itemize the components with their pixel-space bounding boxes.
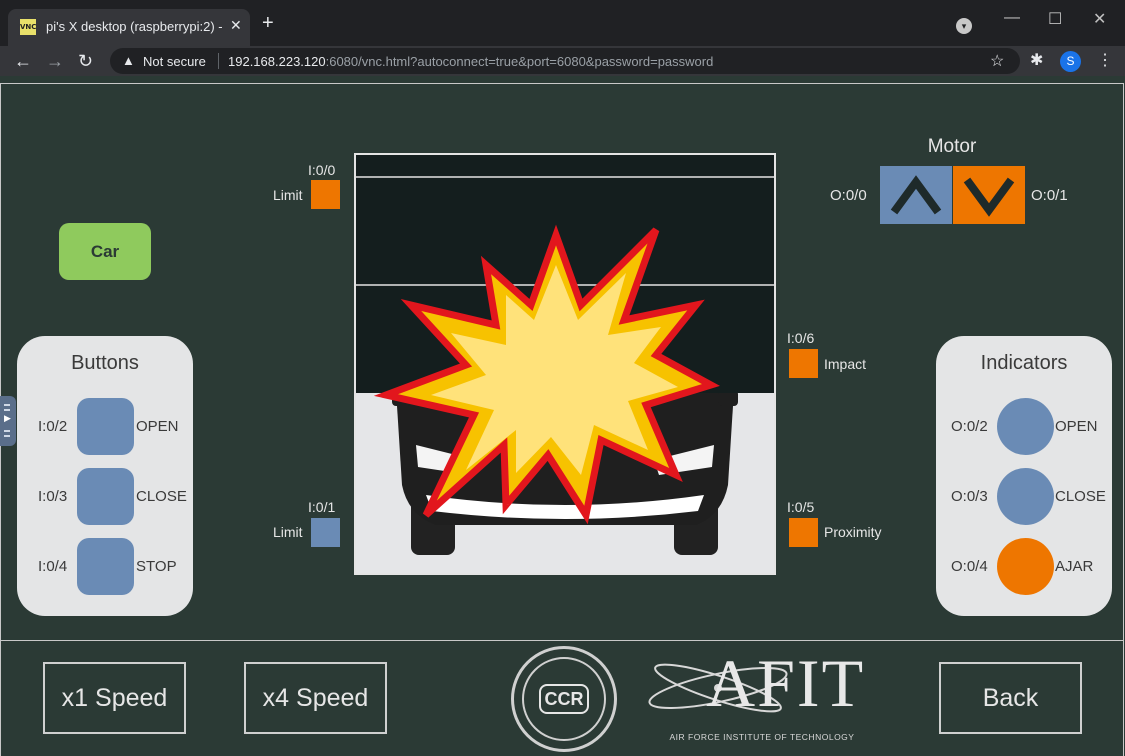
new-tab-icon[interactable]: + [262, 13, 274, 33]
proximity-address: I:0/5 [787, 499, 815, 515]
close-button[interactable] [77, 468, 134, 525]
extensions-puzzle-icon[interactable]: ✱ [1030, 50, 1043, 70]
motor-down-button[interactable] [953, 166, 1025, 224]
impact-sensor-lamp [789, 349, 818, 378]
url-host: 192.168.223.120 [228, 54, 326, 69]
browser-tab[interactable]: VNC pi's X desktop (raspberrypi:2) - n ✕ [8, 9, 250, 46]
indicator-close-lamp [997, 468, 1054, 525]
warning-icon[interactable]: ▲ [122, 53, 135, 68]
garage-scene-graphic [356, 155, 774, 555]
tab-search-icon[interactable]: ▾ [956, 18, 972, 34]
limit-bottom-label: Limit [273, 524, 303, 540]
afit-wordmark: AFIT [706, 645, 866, 721]
motor-down-address: O:0/1 [1031, 187, 1068, 204]
ccr-seal-logo: CCR [511, 646, 617, 752]
close-window-icon[interactable]: ✕ [1093, 9, 1106, 29]
indicator-open-address: O:0/2 [951, 418, 988, 435]
browser-menu-icon[interactable]: ⋮ [1097, 50, 1113, 70]
tab-title: pi's X desktop (raspberrypi:2) - n [46, 19, 226, 34]
button-close-address: I:0/3 [38, 488, 68, 505]
open-button[interactable] [77, 398, 134, 455]
reload-icon[interactable]: ↻ [78, 50, 93, 72]
button-close-label: CLOSE [136, 488, 187, 505]
indicator-ajar-lamp [997, 538, 1054, 595]
x1-speed-button[interactable]: x1 Speed [43, 662, 186, 734]
limit-top-label: Limit [273, 187, 303, 203]
button-stop-address: I:0/4 [38, 558, 68, 575]
indicator-open-lamp [997, 398, 1054, 455]
vnc-control-bar-handle[interactable]: ▶ [0, 396, 16, 446]
security-label[interactable]: Not secure [143, 54, 206, 69]
limit-top-address: I:0/0 [308, 162, 336, 178]
forward-arrow-icon[interactable]: → [46, 50, 64, 72]
address-separator [218, 53, 219, 69]
indicator-close-address: O:0/3 [951, 488, 988, 505]
motor-up-button[interactable] [880, 166, 952, 224]
footer-divider [0, 640, 1124, 641]
garage-door-view [354, 153, 776, 575]
limit-bottom-sensor-lamp [311, 518, 340, 547]
tab-close-icon[interactable]: ✕ [230, 17, 242, 34]
impact-address: I:0/6 [787, 330, 815, 346]
chevron-up-icon [890, 175, 942, 215]
indicator-ajar-address: O:0/4 [951, 558, 988, 575]
proximity-sensor-lamp [789, 518, 818, 547]
limit-top-sensor-lamp [311, 180, 340, 209]
chevron-right-icon: ▶ [4, 413, 11, 423]
buttons-panel-title: Buttons [71, 352, 139, 374]
minimize-icon[interactable]: — [1004, 9, 1020, 27]
afit-logo: AFIT AIR FORCE INSTITUTE OF TECHNOLOGY [640, 645, 882, 752]
url-text[interactable]: 192.168.223.120:6080/vnc.html?autoconnec… [228, 54, 713, 69]
vnc-favicon-icon: VNC [20, 19, 36, 35]
profile-avatar[interactable]: S [1060, 51, 1081, 72]
vnc-canvas[interactable]: ▶ Car I:0/0 Limit I:0/1 Limit I:0/6 Impa… [0, 76, 1125, 756]
indicators-panel-title: Indicators [980, 352, 1068, 374]
limit-bottom-address: I:0/1 [308, 499, 336, 515]
stop-button[interactable] [77, 538, 134, 595]
url-path: :6080/vnc.html?autoconnect=true&port=608… [325, 54, 714, 69]
motor-title: Motor [927, 136, 977, 157]
button-open-label: OPEN [136, 418, 179, 435]
car-button[interactable]: Car [59, 223, 151, 280]
chevron-down-icon [963, 177, 1015, 217]
maximize-icon[interactable]: ☐ [1048, 9, 1062, 29]
indicator-close-label: CLOSE [1055, 488, 1106, 505]
ccr-seal-text: CCR [539, 684, 589, 714]
impact-label: Impact [824, 356, 867, 372]
motor-up-address: O:0/0 [830, 187, 867, 204]
back-button[interactable]: Back [939, 662, 1082, 734]
bookmark-star-icon[interactable]: ☆ [990, 51, 1004, 71]
indicators-panel: Indicators O:0/2 OPEN O:0/3 CLOSE O:0/4 … [936, 336, 1112, 616]
button-open-address: I:0/2 [38, 418, 68, 435]
afit-subtitle: AIR FORCE INSTITUTE OF TECHNOLOGY [669, 732, 855, 742]
address-bar[interactable]: ▲ Not secure 192.168.223.120:6080/vnc.ht… [110, 48, 1020, 74]
button-stop-label: STOP [136, 558, 177, 575]
indicator-open-label: OPEN [1055, 418, 1098, 435]
back-arrow-icon[interactable]: ← [14, 50, 32, 72]
x4-speed-button[interactable]: x4 Speed [244, 662, 387, 734]
browser-toolbar: ← → ↻ ▲ Not secure 192.168.223.120:6080/… [0, 46, 1125, 76]
browser-titlebar: VNC pi's X desktop (raspberrypi:2) - n ✕… [0, 0, 1125, 46]
buttons-panel: Buttons I:0/2 OPEN I:0/3 CLOSE I:0/4 STO… [17, 336, 193, 616]
proximity-label: Proximity [824, 524, 882, 540]
indicator-ajar-label: AJAR [1055, 558, 1094, 575]
